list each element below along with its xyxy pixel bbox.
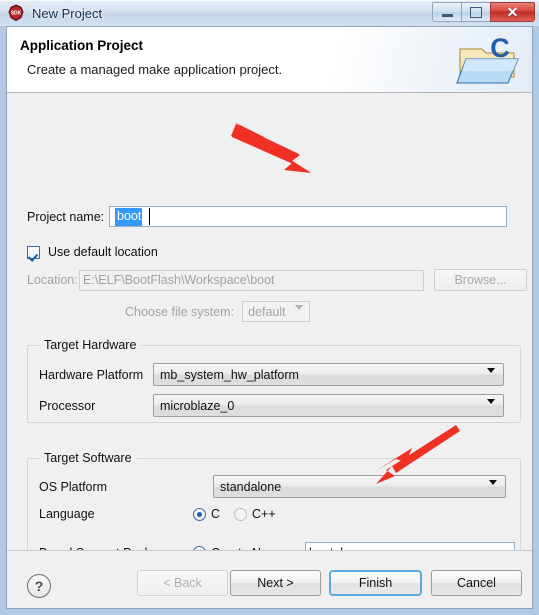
os-platform-select[interactable]: standalone [213, 475, 506, 499]
use-default-location-label: Use default location [48, 245, 158, 259]
os-platform-row: OS Platform standalone [39, 475, 506, 499]
chevron-down-icon [489, 480, 497, 499]
minimize-button[interactable] [432, 2, 461, 22]
language-label-c: C [211, 507, 221, 521]
svg-text:SDK: SDK [11, 11, 22, 17]
hardware-platform-label: Hardware Platform [39, 367, 144, 382]
project-name-selection: boot [115, 208, 143, 226]
window-title: New Project [32, 5, 103, 21]
chevron-down-icon [487, 399, 495, 418]
page-subtitle: Create a managed make application projec… [27, 62, 283, 77]
browse-button: Browse... [434, 269, 527, 291]
sdk-icon: SDK [7, 4, 25, 22]
wizard-footer: ? < Back Next > Finish Cancel [7, 551, 532, 608]
cancel-button[interactable]: Cancel [431, 570, 522, 596]
file-system-label: Choose file system: [125, 304, 235, 319]
bsp-create-new-input[interactable] [305, 542, 515, 550]
location-row: Location: Browse... [27, 269, 527, 291]
language-option-cpp[interactable]: C++ [234, 507, 276, 521]
use-default-location-row[interactable]: Use default location [27, 245, 158, 259]
file-system-value: default [248, 304, 286, 319]
language-row: Language C C++ [39, 507, 290, 521]
bsp-create-new-row: Board Support Package Create New [39, 542, 515, 550]
minimize-icon [441, 14, 453, 17]
target-hardware-legend: Target Hardware [39, 338, 142, 352]
hardware-platform-row: Hardware Platform mb_system_hw_platform [39, 363, 504, 387]
help-button[interactable]: ? [27, 574, 51, 598]
language-radio-cpp[interactable] [234, 507, 248, 521]
page-title: Application Project [20, 38, 144, 53]
os-platform-label: OS Platform [39, 479, 108, 494]
window-body: Application Project Create a managed mak… [6, 26, 533, 609]
window-controls: ✕ [432, 2, 535, 23]
title-bar-left: SDK New Project [7, 4, 102, 22]
language-option-c[interactable]: C [193, 507, 220, 521]
processor-row: Processor microblaze_0 [39, 394, 504, 418]
close-icon: ✕ [506, 4, 519, 20]
target-software-group: Target Software [27, 451, 521, 550]
file-system-row: Choose file system: default [125, 301, 311, 324]
wizard-header: Application Project Create a managed mak… [7, 27, 532, 93]
back-button: < Back [137, 570, 228, 596]
target-software-legend: Target Software [39, 451, 137, 465]
chevron-down-icon [295, 305, 304, 324]
new-project-dialog: SDK New Project ✕ Application Project Cr… [0, 0, 539, 615]
use-default-location-checkbox[interactable] [27, 245, 40, 259]
text-caret [149, 208, 150, 225]
close-button[interactable]: ✕ [490, 2, 535, 22]
c-project-folder-icon: C [456, 33, 522, 89]
language-label: Language [39, 507, 95, 521]
processor-select[interactable]: microblaze_0 [153, 394, 504, 418]
finish-button[interactable]: Finish [329, 570, 422, 596]
hardware-platform-value: mb_system_hw_platform [160, 367, 299, 382]
next-button[interactable]: Next > [230, 570, 321, 596]
maximize-icon [470, 6, 482, 18]
project-name-input[interactable] [109, 206, 507, 227]
title-bar[interactable]: SDK New Project ✕ [0, 0, 539, 26]
maximize-button[interactable] [461, 2, 490, 22]
window-frame: Application Project Create a managed mak… [0, 26, 539, 615]
file-system-select: default [242, 301, 311, 324]
location-input [79, 269, 424, 291]
wizard-content: Project name: boot Use default location … [7, 93, 532, 551]
project-name-row: Project name: [27, 206, 507, 227]
language-label-cpp: C++ [252, 507, 276, 521]
location-label: Location: [27, 273, 78, 287]
language-radio-c[interactable] [193, 507, 206, 521]
chevron-down-icon [487, 368, 495, 387]
processor-value: microblaze_0 [160, 398, 235, 413]
processor-label: Processor [39, 398, 96, 413]
project-name-label: Project name: [27, 209, 105, 224]
hardware-platform-select[interactable]: mb_system_hw_platform [153, 363, 504, 387]
os-platform-value: standalone [220, 479, 282, 494]
